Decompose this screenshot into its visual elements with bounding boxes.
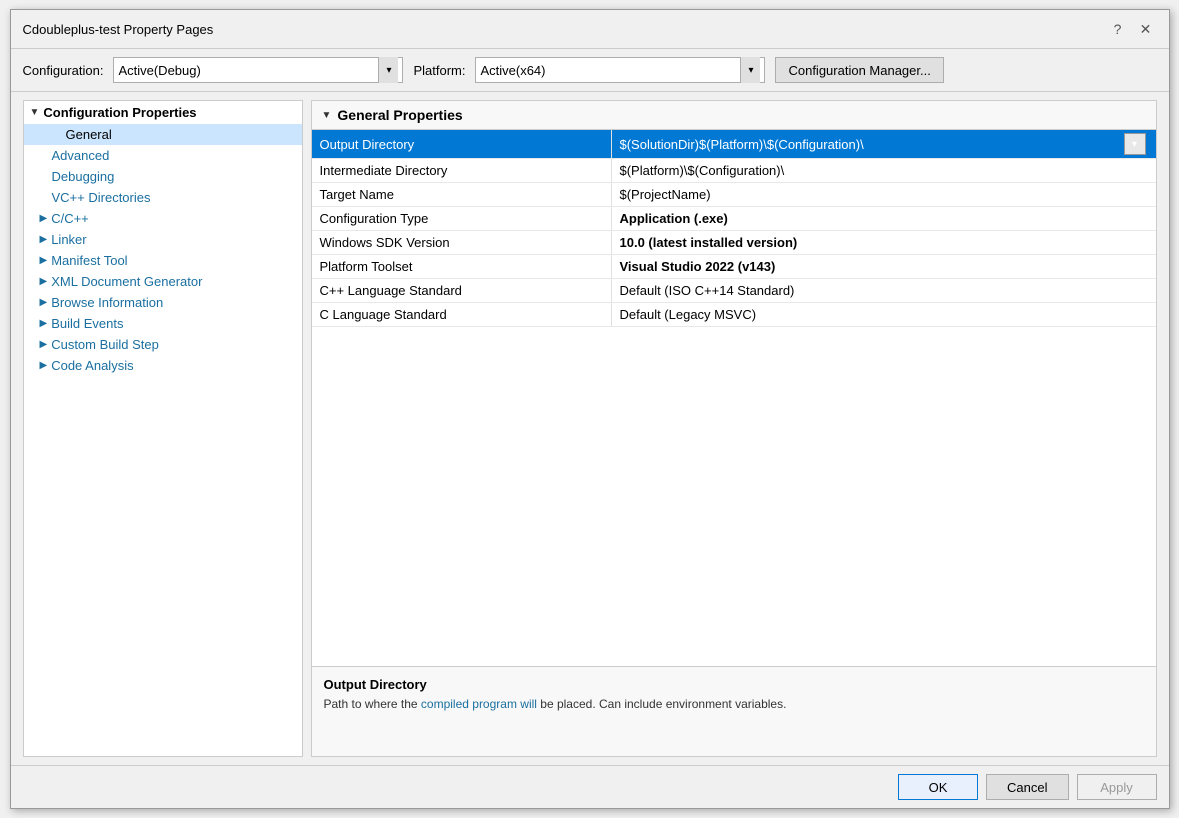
close-button[interactable]: ✕	[1135, 18, 1157, 40]
help-button[interactable]: ?	[1107, 18, 1129, 40]
desc-text-after: be placed. Can include environment varia…	[537, 697, 786, 711]
tree-item-code-analysis-label: Code Analysis	[51, 358, 133, 373]
linker-arrow-icon: ▶	[40, 234, 48, 245]
prop-value-intermediate-dir: $(Platform)\$(Configuration)\	[612, 159, 1156, 182]
platform-value: Active(x64)	[480, 63, 740, 78]
tree-item-xml-generator[interactable]: ▶ XML Document Generator	[24, 271, 302, 292]
tree-item-cpp[interactable]: ▶ C/C++	[24, 208, 302, 229]
prop-value-sdk-version: 10.0 (latest installed version)	[612, 231, 1156, 254]
tree-item-browse-info[interactable]: ▶ Browse Information	[24, 292, 302, 313]
prop-name-output-dir: Output Directory	[312, 130, 612, 158]
tree-root[interactable]: ▼ Configuration Properties	[24, 101, 302, 124]
configuration-value: Active(Debug)	[118, 63, 378, 78]
property-pages-dialog: Cdoubleplus-test Property Pages ? ✕ Conf…	[10, 9, 1170, 809]
tree-item-build-events-label: Build Events	[51, 316, 123, 331]
properties-panel: ▼ General Properties Output Directory $(…	[311, 100, 1157, 757]
main-content: ▼ Configuration Properties General Advan…	[11, 92, 1169, 765]
title-bar-buttons: ? ✕	[1107, 18, 1157, 40]
prop-value-output-row: $(SolutionDir)$(Platform)\$(Configuratio…	[620, 133, 1148, 155]
dialog-title: Cdoubleplus-test Property Pages	[23, 22, 214, 37]
desc-text: Path to where the compiled program will …	[324, 696, 1144, 713]
config-bar: Configuration: Active(Debug) ▾ Platform:…	[11, 49, 1169, 92]
build-events-arrow-icon: ▶	[40, 318, 48, 329]
desc-text-link: compiled program will	[421, 697, 537, 711]
description-panel: Output Directory Path to where the compi…	[312, 666, 1156, 756]
prop-row-target-name[interactable]: Target Name $(ProjectName)	[312, 183, 1156, 207]
bottom-bar: OK Cancel Apply	[11, 765, 1169, 808]
prop-row-sdk-version[interactable]: Windows SDK Version 10.0 (latest install…	[312, 231, 1156, 255]
config-dropdown-arrow: ▾	[378, 57, 398, 83]
prop-value-cpp-standard: Default (ISO C++14 Standard)	[612, 279, 1156, 302]
code-analysis-arrow-icon: ▶	[40, 360, 48, 371]
config-manager-button[interactable]: Configuration Manager...	[775, 57, 943, 83]
prop-row-platform-toolset[interactable]: Platform Toolset Visual Studio 2022 (v14…	[312, 255, 1156, 279]
prop-row-output-dir[interactable]: Output Directory $(SolutionDir)$(Platfor…	[312, 130, 1156, 159]
root-arrow-icon: ▼	[30, 107, 40, 118]
prop-value-platform-toolset: Visual Studio 2022 (v143)	[612, 255, 1156, 278]
prop-name-c-standard: C Language Standard	[312, 303, 612, 326]
title-bar: Cdoubleplus-test Property Pages ? ✕	[11, 10, 1169, 49]
prop-value-target-name: $(ProjectName)	[612, 183, 1156, 206]
tree-item-vc-directories[interactable]: VC++ Directories	[24, 187, 302, 208]
prop-row-c-standard[interactable]: C Language Standard Default (Legacy MSVC…	[312, 303, 1156, 327]
prop-name-sdk-version: Windows SDK Version	[312, 231, 612, 254]
prop-name-target-name: Target Name	[312, 183, 612, 206]
tree-panel: ▼ Configuration Properties General Advan…	[23, 100, 303, 757]
cpp-arrow-icon: ▶	[40, 213, 48, 224]
tree-item-custom-build-label: Custom Build Step	[51, 337, 159, 352]
xml-arrow-icon: ▶	[40, 276, 48, 287]
tree-item-browse-label: Browse Information	[51, 295, 163, 310]
prop-value-config-type: Application (.exe)	[612, 207, 1156, 230]
tree-item-general[interactable]: General	[24, 124, 302, 145]
prop-name-intermediate-dir: Intermediate Directory	[312, 159, 612, 182]
tree-item-manifest-tool[interactable]: ▶ Manifest Tool	[24, 250, 302, 271]
desc-text-before: Path to where the	[324, 697, 421, 711]
ok-button[interactable]: OK	[898, 774, 978, 800]
platform-label: Platform:	[413, 63, 465, 78]
custom-build-arrow-icon: ▶	[40, 339, 48, 350]
desc-title: Output Directory	[324, 677, 1144, 692]
prop-row-intermediate-dir[interactable]: Intermediate Directory $(Platform)\$(Con…	[312, 159, 1156, 183]
tree-item-advanced[interactable]: Advanced	[24, 145, 302, 166]
prop-value-dropdown-btn[interactable]: ▾	[1124, 133, 1146, 155]
tree-item-build-events[interactable]: ▶ Build Events	[24, 313, 302, 334]
tree-root-label: Configuration Properties	[43, 105, 196, 120]
props-table: Output Directory $(SolutionDir)$(Platfor…	[312, 130, 1156, 666]
prop-value-output-dir: $(SolutionDir)$(Platform)\$(Configuratio…	[612, 130, 1156, 158]
props-section-title: General Properties	[337, 107, 462, 123]
tree-item-linker[interactable]: ▶ Linker	[24, 229, 302, 250]
prop-name-cpp-standard: C++ Language Standard	[312, 279, 612, 302]
tree-item-debugging[interactable]: Debugging	[24, 166, 302, 187]
prop-row-cpp-standard[interactable]: C++ Language Standard Default (ISO C++14…	[312, 279, 1156, 303]
tree-item-custom-build[interactable]: ▶ Custom Build Step	[24, 334, 302, 355]
apply-button[interactable]: Apply	[1077, 774, 1157, 800]
config-label: Configuration:	[23, 63, 104, 78]
prop-value-output-text: $(SolutionDir)$(Platform)\$(Configuratio…	[620, 137, 864, 152]
tree-item-code-analysis[interactable]: ▶ Code Analysis	[24, 355, 302, 376]
prop-name-config-type: Configuration Type	[312, 207, 612, 230]
props-header: ▼ General Properties	[312, 101, 1156, 130]
tree-item-linker-label: Linker	[51, 232, 86, 247]
tree-item-manifest-label: Manifest Tool	[51, 253, 127, 268]
browse-arrow-icon: ▶	[40, 297, 48, 308]
prop-value-c-standard: Default (Legacy MSVC)	[612, 303, 1156, 326]
tree-item-xml-label: XML Document Generator	[51, 274, 202, 289]
configuration-dropdown[interactable]: Active(Debug) ▾	[113, 57, 403, 83]
manifest-arrow-icon: ▶	[40, 255, 48, 266]
platform-dropdown-arrow: ▾	[740, 57, 760, 83]
cancel-button[interactable]: Cancel	[986, 774, 1068, 800]
tree-item-cpp-label: C/C++	[51, 211, 89, 226]
prop-name-platform-toolset: Platform Toolset	[312, 255, 612, 278]
props-header-arrow-icon: ▼	[322, 110, 332, 121]
prop-row-config-type[interactable]: Configuration Type Application (.exe)	[312, 207, 1156, 231]
platform-dropdown[interactable]: Active(x64) ▾	[475, 57, 765, 83]
